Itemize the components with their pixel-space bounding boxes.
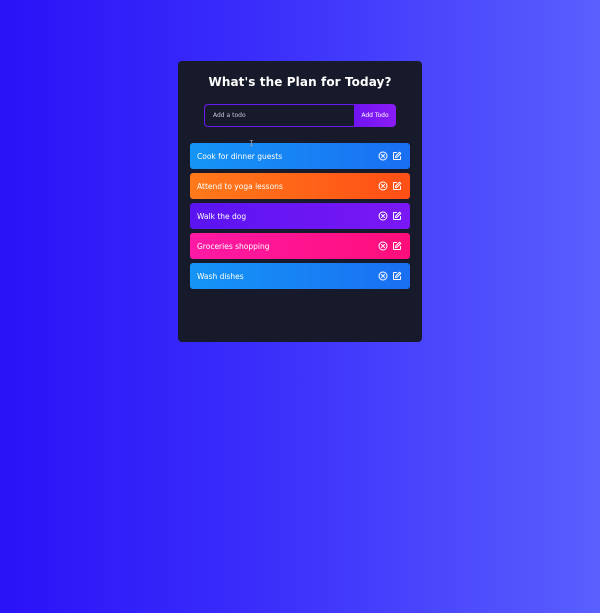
todo-form: Add Todo [204,104,396,127]
todo-item: Walk the dog [190,203,410,229]
todo-item-actions [378,211,402,221]
edit-icon[interactable] [392,151,402,161]
todo-item: Attend to yoga lessons [190,173,410,199]
app-title: What's the Plan for Today? [208,75,392,89]
close-circle-icon[interactable] [378,241,388,251]
add-todo-button[interactable]: Add Todo [354,104,396,127]
todo-item-actions [378,181,402,191]
todo-item-text: Wash dishes [197,271,244,281]
edit-icon[interactable] [392,181,402,191]
todo-item: Wash dishes [190,263,410,289]
todo-item-actions [378,151,402,161]
close-circle-icon[interactable] [378,181,388,191]
edit-icon[interactable] [392,271,402,281]
todo-item: Groceries shopping [190,233,410,259]
edit-icon[interactable] [392,211,402,221]
todo-item-text: Cook for dinner guests [197,151,283,161]
close-circle-icon[interactable] [378,151,388,161]
close-circle-icon[interactable] [378,211,388,221]
edit-icon[interactable] [392,241,402,251]
todo-item: Cook for dinner guests [190,143,410,169]
todo-app-card: What's the Plan for Today? Add Todo Cook… [178,61,422,342]
todo-item-text: Attend to yoga lessons [197,181,283,191]
todo-input[interactable] [204,104,354,127]
todo-list: Cook for dinner guests Attend to yoga le… [190,143,410,293]
todo-item-text: Walk the dog [197,211,247,221]
todo-item-text: Groceries shopping [197,241,270,251]
todo-item-actions [378,271,402,281]
close-circle-icon[interactable] [378,271,388,281]
todo-item-actions [378,241,402,251]
text-cursor-icon: I [249,139,254,148]
